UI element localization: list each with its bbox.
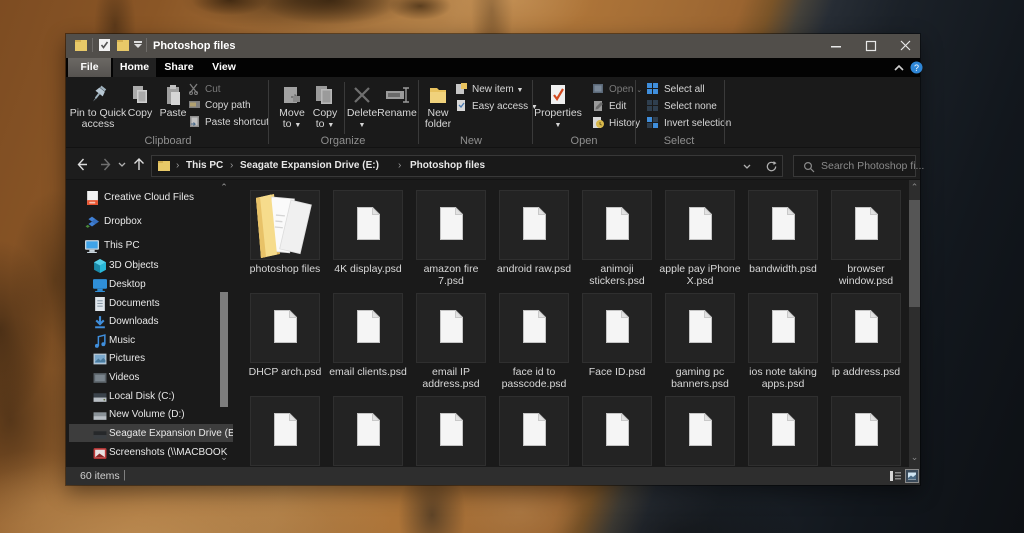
svg-text:?: ?	[914, 63, 919, 73]
